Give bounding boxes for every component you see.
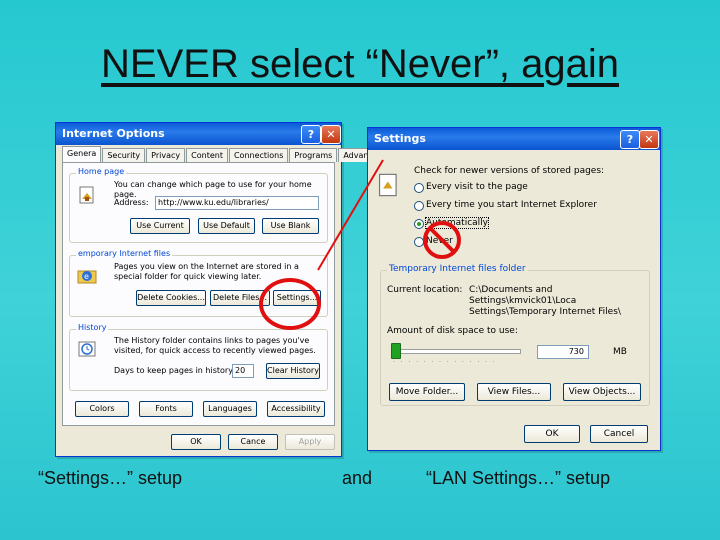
disk-slider-track[interactable]: [391, 349, 521, 354]
settings-cancel-button[interactable]: Cancel: [590, 425, 648, 443]
days-input[interactable]: 20: [232, 364, 254, 378]
disk-unit: MB: [613, 347, 627, 357]
apply-button[interactable]: Apply: [285, 434, 335, 450]
tab-general[interactable]: Genera: [62, 146, 102, 162]
tab-strip: Genera Security Privacy Content Connecti…: [62, 146, 389, 162]
colors-button[interactable]: Colors: [75, 401, 129, 417]
settings-ok-button[interactable]: OK: [524, 425, 580, 443]
ok-button[interactable]: OK: [171, 434, 221, 450]
ie-folder-icon: e: [77, 270, 97, 284]
days-label: Days to keep pages in history:: [114, 366, 236, 375]
option-every-start: Every time you start Internet Explorer: [426, 200, 597, 210]
settings-window: Settings ? ✕ Check for newer versions of…: [367, 127, 661, 451]
slider-ticks: · · · · · · · · · · · · · ·: [393, 359, 497, 365]
option-never: Never: [426, 236, 453, 246]
option-automatically: Automatically: [425, 217, 489, 229]
languages-button[interactable]: Languages: [203, 401, 257, 417]
slide-title: NEVER select “Never”, again: [101, 42, 619, 86]
address-label: Address:: [114, 198, 149, 207]
tab-security[interactable]: Security: [102, 148, 146, 162]
caption-settings: “Settings…” setup: [38, 468, 183, 488]
page-refresh-icon: [378, 173, 397, 197]
tab-connections[interactable]: Connections: [228, 148, 289, 162]
internet-options-titlebar[interactable]: Internet Options ? ✕: [56, 123, 341, 145]
view-objects-button[interactable]: View Objects...: [563, 383, 641, 401]
location-line-3: Settings\Temporary Internet Files\: [469, 307, 621, 317]
radio-every-start[interactable]: [414, 201, 424, 211]
settings-help-button[interactable]: ?: [620, 130, 640, 149]
move-folder-button[interactable]: Move Folder...: [389, 383, 465, 401]
use-blank-button[interactable]: Use Blank: [262, 218, 319, 234]
help-button[interactable]: ?: [301, 125, 321, 144]
check-label: Check for newer versions of stored pages…: [414, 166, 605, 176]
settings-close-button[interactable]: ✕: [639, 130, 659, 149]
disk-space-label: Amount of disk space to use:: [387, 326, 518, 336]
fonts-button[interactable]: Fonts: [139, 401, 193, 417]
cancel-button[interactable]: Cance: [228, 434, 278, 450]
svg-text:e: e: [84, 272, 89, 281]
radio-every-visit[interactable]: [414, 183, 424, 193]
use-current-button[interactable]: Use Current: [130, 218, 190, 234]
settings-title: Settings: [374, 132, 426, 145]
history-icon: [78, 341, 96, 357]
tab-content[interactable]: Content: [186, 148, 228, 162]
home-page-icon: [79, 186, 94, 204]
accessibility-button[interactable]: Accessibility: [267, 401, 325, 417]
view-files-button[interactable]: View Files...: [477, 383, 551, 401]
settings-highlight-circle: [259, 278, 321, 330]
temp-folder-label: Temporary Internet files folder: [387, 264, 528, 274]
radio-never[interactable]: [414, 237, 424, 247]
tab-programs[interactable]: Programs: [289, 148, 338, 162]
temp-folder-group: Temporary Internet files folder Current …: [380, 264, 650, 406]
temp-files-label: emporary Internet files: [76, 249, 173, 258]
tab-privacy[interactable]: Privacy: [146, 148, 186, 162]
use-default-button[interactable]: Use Default: [198, 218, 255, 234]
disk-slider-thumb[interactable]: [390, 343, 401, 359]
close-button[interactable]: ✕: [321, 125, 341, 144]
history-description: The History folder contains links to pag…: [114, 336, 316, 355]
option-every-visit: Every visit to the page: [426, 182, 528, 192]
location-line-2: Settings\kmvick01\Loca: [469, 296, 577, 306]
internet-options-title: Internet Options: [62, 127, 165, 140]
settings-titlebar[interactable]: Settings ? ✕: [368, 128, 660, 150]
history-label: History: [76, 323, 109, 332]
disk-space-input[interactable]: 730: [537, 345, 589, 359]
clear-history-button[interactable]: Clear History: [266, 363, 320, 379]
history-group: History The History folder contains link…: [69, 323, 328, 391]
address-input[interactable]: http://www.ku.edu/libraries/: [155, 196, 319, 210]
radio-automatically[interactable]: [414, 219, 424, 229]
location-line-1: C:\Documents and: [469, 285, 553, 295]
caption-lan-settings: “LAN Settings…” setup: [426, 468, 611, 488]
caption-and: and: [342, 468, 373, 488]
home-page-label: Home page: [76, 167, 127, 176]
home-page-group: Home page You can change which page to u…: [69, 167, 328, 243]
delete-cookies-button[interactable]: Delete Cookies...: [136, 290, 206, 306]
location-label: Current location:: [387, 285, 463, 295]
